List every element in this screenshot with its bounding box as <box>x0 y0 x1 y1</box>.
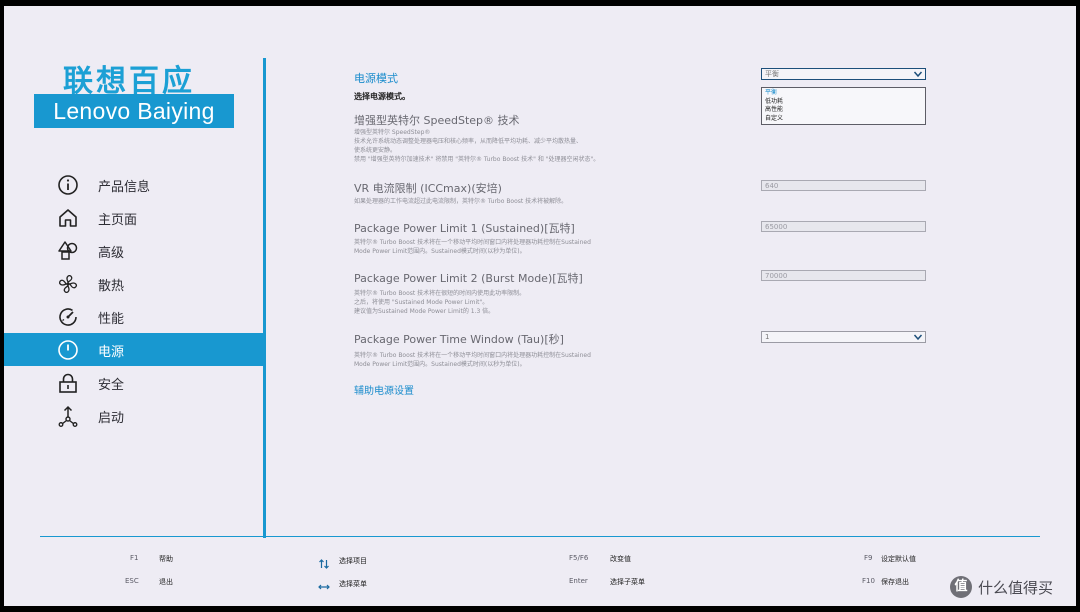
power-mode-title: 电源模式 <box>354 72 398 85</box>
description-line: 之后，将使用 "Sustained Mode Power Limit"。 <box>354 299 489 306</box>
sidebar-item-label: 产品信息 <box>98 180 151 195</box>
vr-limit-description: 如果处理器的工作电流超过此电流限制，英特尔® Turbo Boost 技术将被解… <box>354 197 654 206</box>
sidebar-item-label: 散热 <box>98 279 125 294</box>
gauge-icon <box>57 306 79 328</box>
description-line: Mode Power Limit范围内。Sustained模式时间(以秒为单位)… <box>354 361 526 368</box>
fan-icon <box>57 273 79 295</box>
vr-limit-title: VR 电流限制 (ICCmax)(安培) <box>354 182 502 195</box>
sidebar-item-advanced[interactable]: 高级 <box>4 234 263 267</box>
power-mode-selected-value: 平衡 <box>765 70 779 78</box>
power-mode-options-list: 平衡 低功耗 高性能 自定义 <box>761 87 926 125</box>
footer-divider <box>40 536 1040 537</box>
power-mode-option[interactable]: 平衡 <box>765 89 922 98</box>
sidebar-item-home[interactable]: 主页面 <box>4 201 263 234</box>
f1-description: 帮助 <box>159 555 173 563</box>
sidebar-item-label: 电源 <box>98 345 125 360</box>
f10-key: F10 <box>862 577 875 585</box>
brand-english-logo: Lenovo Baiying <box>34 94 234 128</box>
sidebar-item-product-info[interactable]: 产品信息 <box>4 168 263 201</box>
up-down-arrows-icon <box>318 555 330 569</box>
home-icon <box>57 207 79 229</box>
chevron-down-icon <box>913 332 923 342</box>
f10-description: 保存退出 <box>881 578 909 586</box>
description-line: 如果处理器的工作电流超过此电流限制，英特尔® Turbo Boost 技术将被解… <box>354 198 568 205</box>
description-line: 英特尔® Turbo Boost 技术将在一个移动平均时间窗口内将处理器功耗控制… <box>354 352 591 359</box>
sidebar-item-label: 高级 <box>98 246 125 261</box>
power-mode-select[interactable]: 平衡 <box>761 68 926 80</box>
chevron-down-icon <box>913 69 923 79</box>
enter-description: 选择子菜单 <box>610 578 645 586</box>
power-mode-option[interactable]: 高性能 <box>765 106 922 115</box>
vertical-divider <box>263 58 266 538</box>
sidebar-item-performance[interactable]: 性能 <box>4 300 263 333</box>
enter-key: Enter <box>569 577 588 585</box>
tau-select[interactable]: 1 <box>761 331 926 343</box>
pl2-description: 英特尔® Turbo Boost 技术将在很短的时间内使用此功率限制。 之后，将… <box>354 289 654 316</box>
description-line: 技术允许系统动态调整处理器电压和核心频率，从而降低平均功耗、减少平均散热量、 <box>354 138 583 145</box>
sidebar-item-boot[interactable]: 启动 <box>4 399 263 432</box>
select-item-description: 选择项目 <box>339 557 367 565</box>
bios-screen: 联想百应 Lenovo Baiying 产品信息 主页面 高级 散热 性能 电源… <box>4 6 1076 606</box>
tau-title: Package Power Time Window (Tau)[秒] <box>354 333 564 346</box>
power-mode-option[interactable]: 低功耗 <box>765 98 922 107</box>
pl1-title: Package Power Limit 1 (Sustained)[瓦特] <box>354 222 575 235</box>
pl2-title: Package Power Limit 2 (Burst Mode)[瓦特] <box>354 272 583 285</box>
sidebar-item-label: 性能 <box>98 312 125 327</box>
f1-key: F1 <box>130 554 139 562</box>
speedstep-description: 增强型英特尔 SpeedStep® 技术允许系统动态调整处理器电压和核心频率，从… <box>354 128 654 164</box>
f9-key: F9 <box>864 554 873 562</box>
watermark-logo: 值 <box>950 576 972 598</box>
description-line: 增强型英特尔 SpeedStep® <box>354 129 431 136</box>
shapes-icon <box>57 240 79 262</box>
speedstep-title: 增强型英特尔 SpeedStep® 技术 <box>354 114 520 127</box>
power-mode-subtitle: 选择电源模式。 <box>354 92 410 101</box>
sidebar-item-label: 主页面 <box>98 213 138 228</box>
pl1-input[interactable]: 65000 <box>761 221 926 232</box>
sidebar-item-security[interactable]: 安全 <box>4 366 263 399</box>
info-icon <box>57 174 79 196</box>
vr-limit-input[interactable]: 640 <box>761 180 926 191</box>
power-mode-option[interactable]: 自定义 <box>765 115 922 124</box>
sidebar-item-cooling[interactable]: 散热 <box>4 267 263 300</box>
description-line: 建议值为Sustained Mode Power Limit的 1.3 倍。 <box>354 308 495 315</box>
f9-description: 设定默认值 <box>881 555 916 563</box>
f5f6-description: 改变值 <box>610 555 631 563</box>
pl2-input[interactable]: 70000 <box>761 270 926 281</box>
esc-key: ESC <box>125 577 139 585</box>
power-settings-panel: 电源模式 选择电源模式。 平衡 平衡 低功耗 高性能 自定义 增强型英特尔 Sp… <box>354 6 934 526</box>
sidebar-item-label: 安全 <box>98 378 125 393</box>
description-line: Mode Power Limit范围内。Sustained模式时间(以秒为单位)… <box>354 248 526 255</box>
watermark-text: 什么值得买 <box>978 578 1054 597</box>
esc-description: 退出 <box>159 578 173 586</box>
power-icon <box>57 339 79 361</box>
f5f6-key: F5/F6 <box>569 554 589 562</box>
description-line: 英特尔® Turbo Boost 技术将在很短的时间内使用此功率限制。 <box>354 290 526 297</box>
lock-icon <box>57 372 79 394</box>
description-line: 英特尔® Turbo Boost 技术将在一个移动平均时间窗口内将处理器功耗控制… <box>354 239 591 246</box>
sidebar-item-label: 启动 <box>98 411 125 426</box>
sidebar-item-power[interactable]: 电源 <box>4 333 263 366</box>
left-right-arrows-icon <box>318 578 330 590</box>
tau-description: 英特尔® Turbo Boost 技术将在一个移动平均时间窗口内将处理器功耗控制… <box>354 351 654 369</box>
watermark: 值 什么值得买 <box>950 576 1053 598</box>
boot-icon <box>57 405 79 427</box>
description-line: 使系统更安静。 <box>354 147 397 154</box>
pl1-description: 英特尔® Turbo Boost 技术将在一个移动平均时间窗口内将处理器功耗控制… <box>354 238 654 256</box>
aux-power-settings-link[interactable]: 辅助电源设置 <box>354 382 414 397</box>
description-line: 禁用 "增强型英特尔加速技术" 将禁用 "英特尔® Turbo Boost 技术… <box>354 156 600 163</box>
tau-selected-value: 1 <box>765 333 770 341</box>
select-menu-description: 选择菜单 <box>339 580 367 588</box>
